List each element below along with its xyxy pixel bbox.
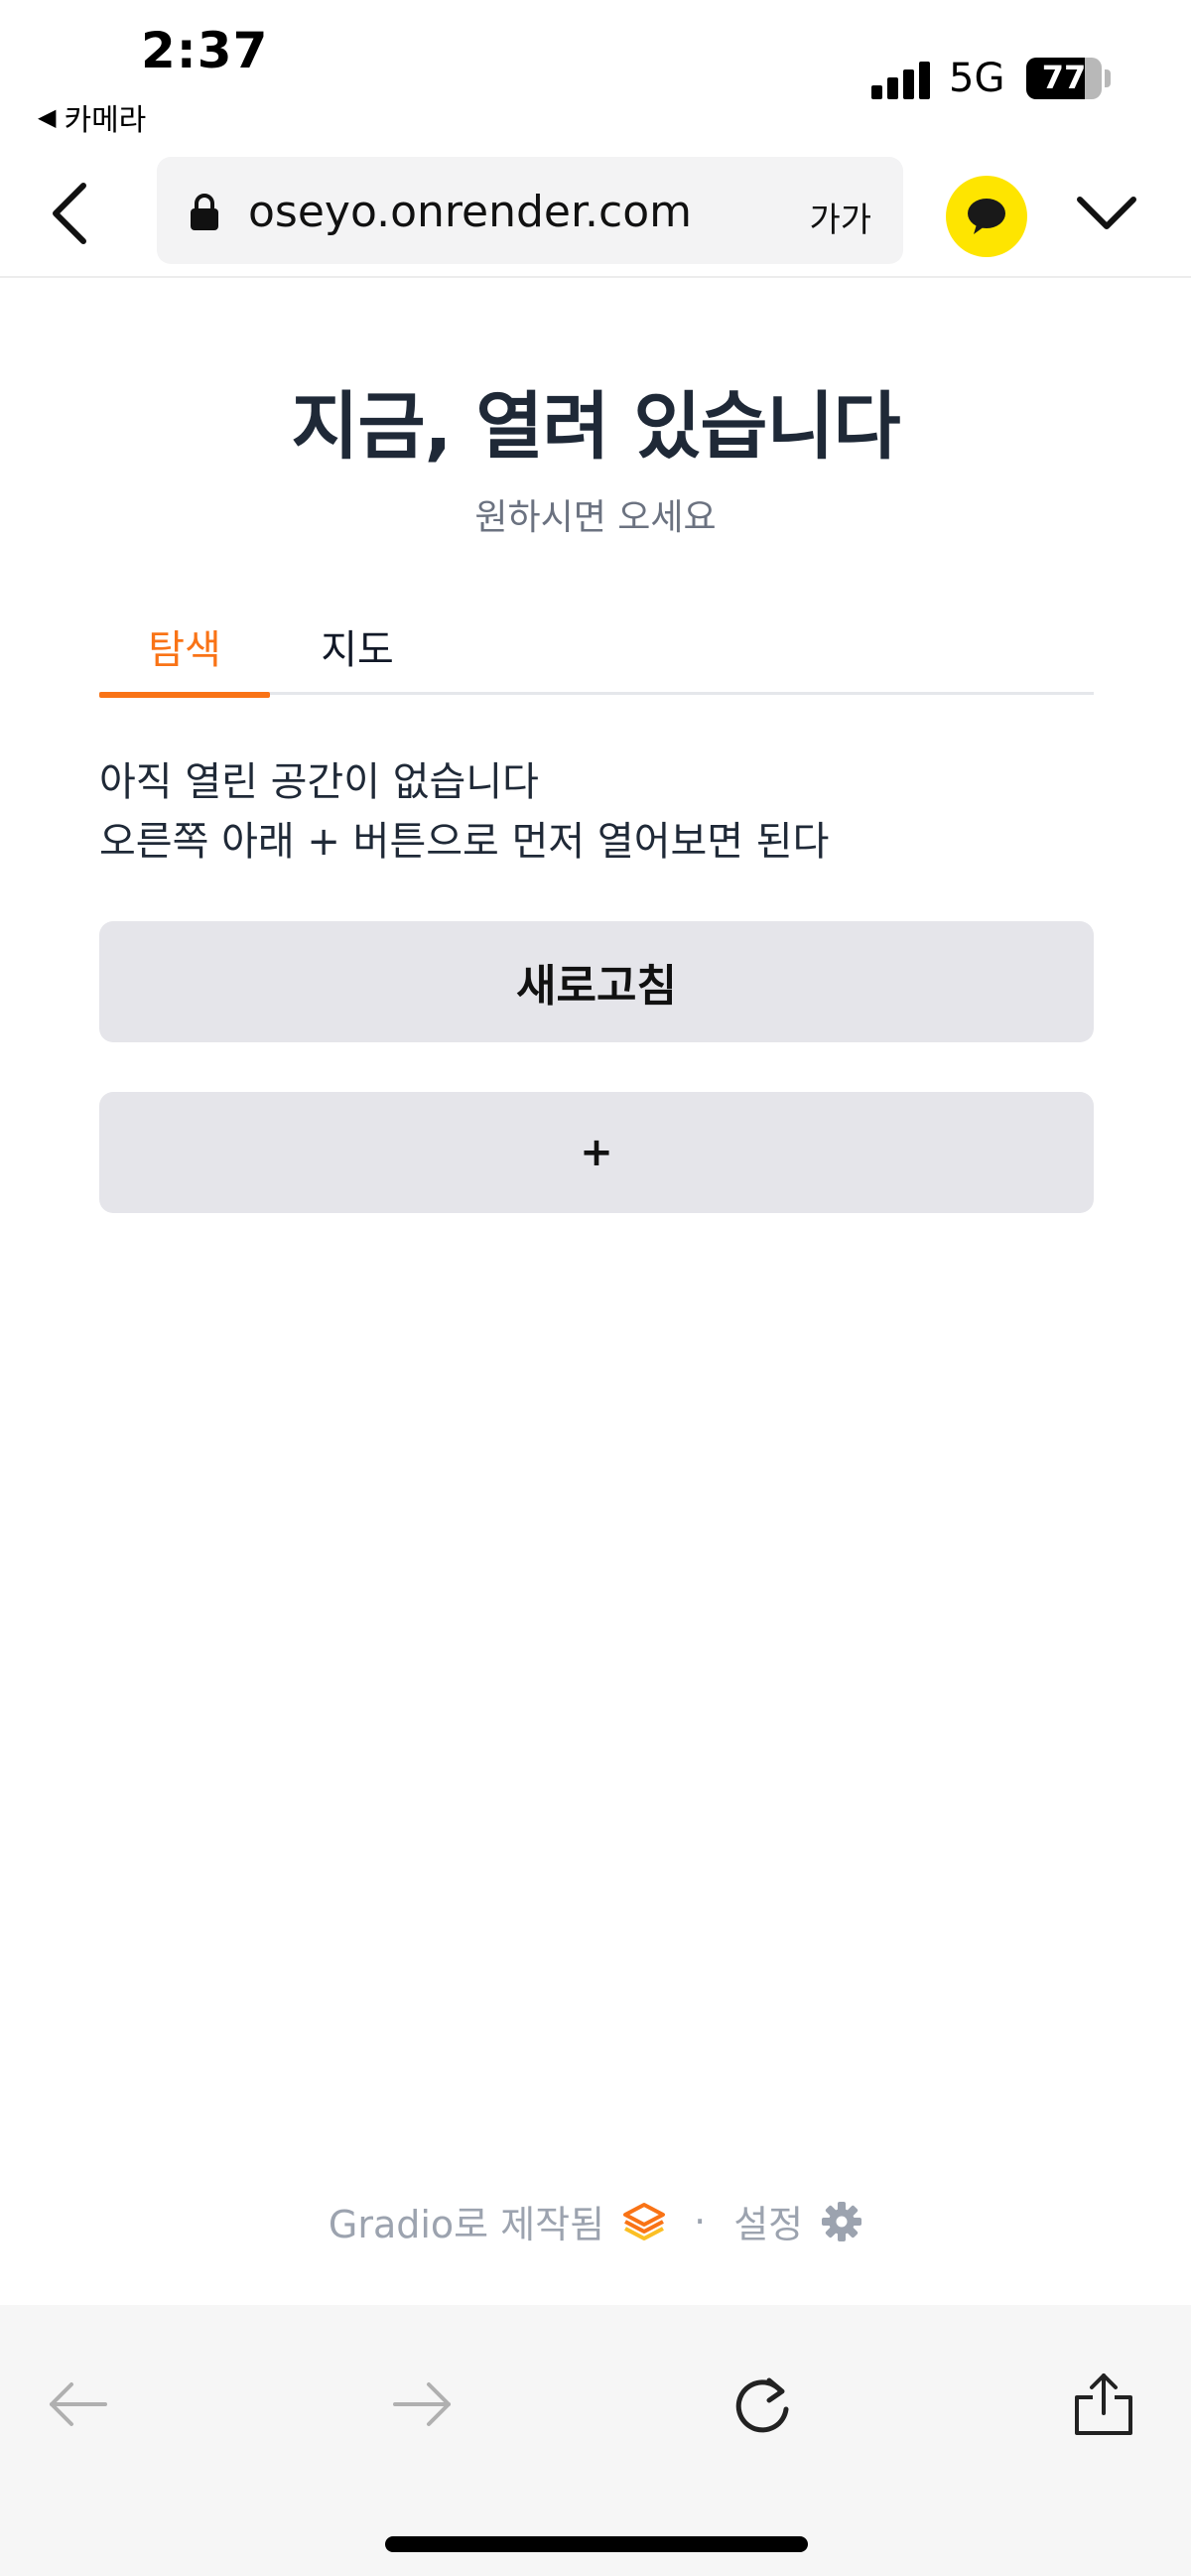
- footer-separator: ·: [694, 2199, 707, 2243]
- battery-percent: 77: [1041, 59, 1087, 96]
- empty-message: 아직 열린 공간이 없습니다 오른쪽 아래 + 버튼으로 먼저 열어보면 된다: [99, 752, 829, 872]
- back-app-label: 카메라: [64, 103, 147, 138]
- lock-icon: [191, 194, 218, 230]
- page-title: 지금, 열려 있습니다: [291, 384, 900, 470]
- browser-bottom-bar: [0, 2305, 1191, 2576]
- page-subtitle: 원하시면 오세요: [474, 497, 717, 538]
- status-bar: 2:37 ◀ 카메라 5G 77: [0, 0, 1191, 149]
- battery-icon: 77: [1026, 58, 1102, 99]
- empty-message-line-1: 아직 열린 공간이 없습니다: [99, 759, 539, 805]
- back-triangle-icon: ◀: [38, 103, 57, 131]
- chevron-left-icon: [53, 183, 86, 244]
- empty-message-line-2: 오른쪽 아래 + 버튼으로 먼저 열어보면 된다: [99, 819, 830, 865]
- home-indicator: [385, 2536, 808, 2552]
- reload-button[interactable]: [723, 2365, 802, 2444]
- add-button[interactable]: +: [99, 1092, 1094, 1213]
- url-text: oseyo.onrender.com: [248, 187, 692, 237]
- tab-map[interactable]: 지도: [298, 617, 417, 693]
- arrow-right-icon: [393, 2382, 451, 2426]
- settings-link[interactable]: 설정: [733, 2194, 803, 2248]
- text-size-button[interactable]: 가가: [809, 193, 871, 241]
- footer: Gradio로 제작됨 · 설정: [0, 2194, 1191, 2248]
- tab-search[interactable]: 탐색: [99, 617, 270, 698]
- reload-icon: [735, 2377, 789, 2433]
- nav-back-button[interactable]: [38, 2365, 117, 2444]
- toolbar-menu-button[interactable]: [1072, 179, 1141, 248]
- gear-icon[interactable]: [821, 2201, 862, 2242]
- share-button[interactable]: [1064, 2365, 1143, 2444]
- browser-back-button[interactable]: [40, 179, 99, 248]
- kakaotalk-icon: [968, 199, 1005, 234]
- gradio-logo-icon: [623, 2202, 666, 2240]
- address-bar[interactable]: oseyo.onrender.com 가가: [157, 157, 903, 264]
- battery-cap: [1105, 69, 1111, 87]
- refresh-button[interactable]: 새로고침: [99, 921, 1094, 1042]
- status-time: 2:37: [141, 22, 269, 79]
- share-icon: [1075, 2373, 1132, 2435]
- made-with-gradio-link[interactable]: Gradio로 제작됨: [329, 2194, 604, 2248]
- nav-forward-button[interactable]: [383, 2365, 463, 2444]
- browser-toolbar: oseyo.onrender.com 가가: [0, 149, 1191, 278]
- kakaotalk-button[interactable]: [946, 176, 1027, 257]
- back-to-app-link[interactable]: ◀ 카메라: [38, 95, 146, 139]
- chevron-down-icon: [1077, 197, 1136, 229]
- arrow-left-icon: [50, 2382, 107, 2426]
- network-type: 5G: [949, 56, 1005, 101]
- cellular-signal-icon: [871, 60, 931, 99]
- tab-bar: 탐색 지도: [99, 596, 1094, 698]
